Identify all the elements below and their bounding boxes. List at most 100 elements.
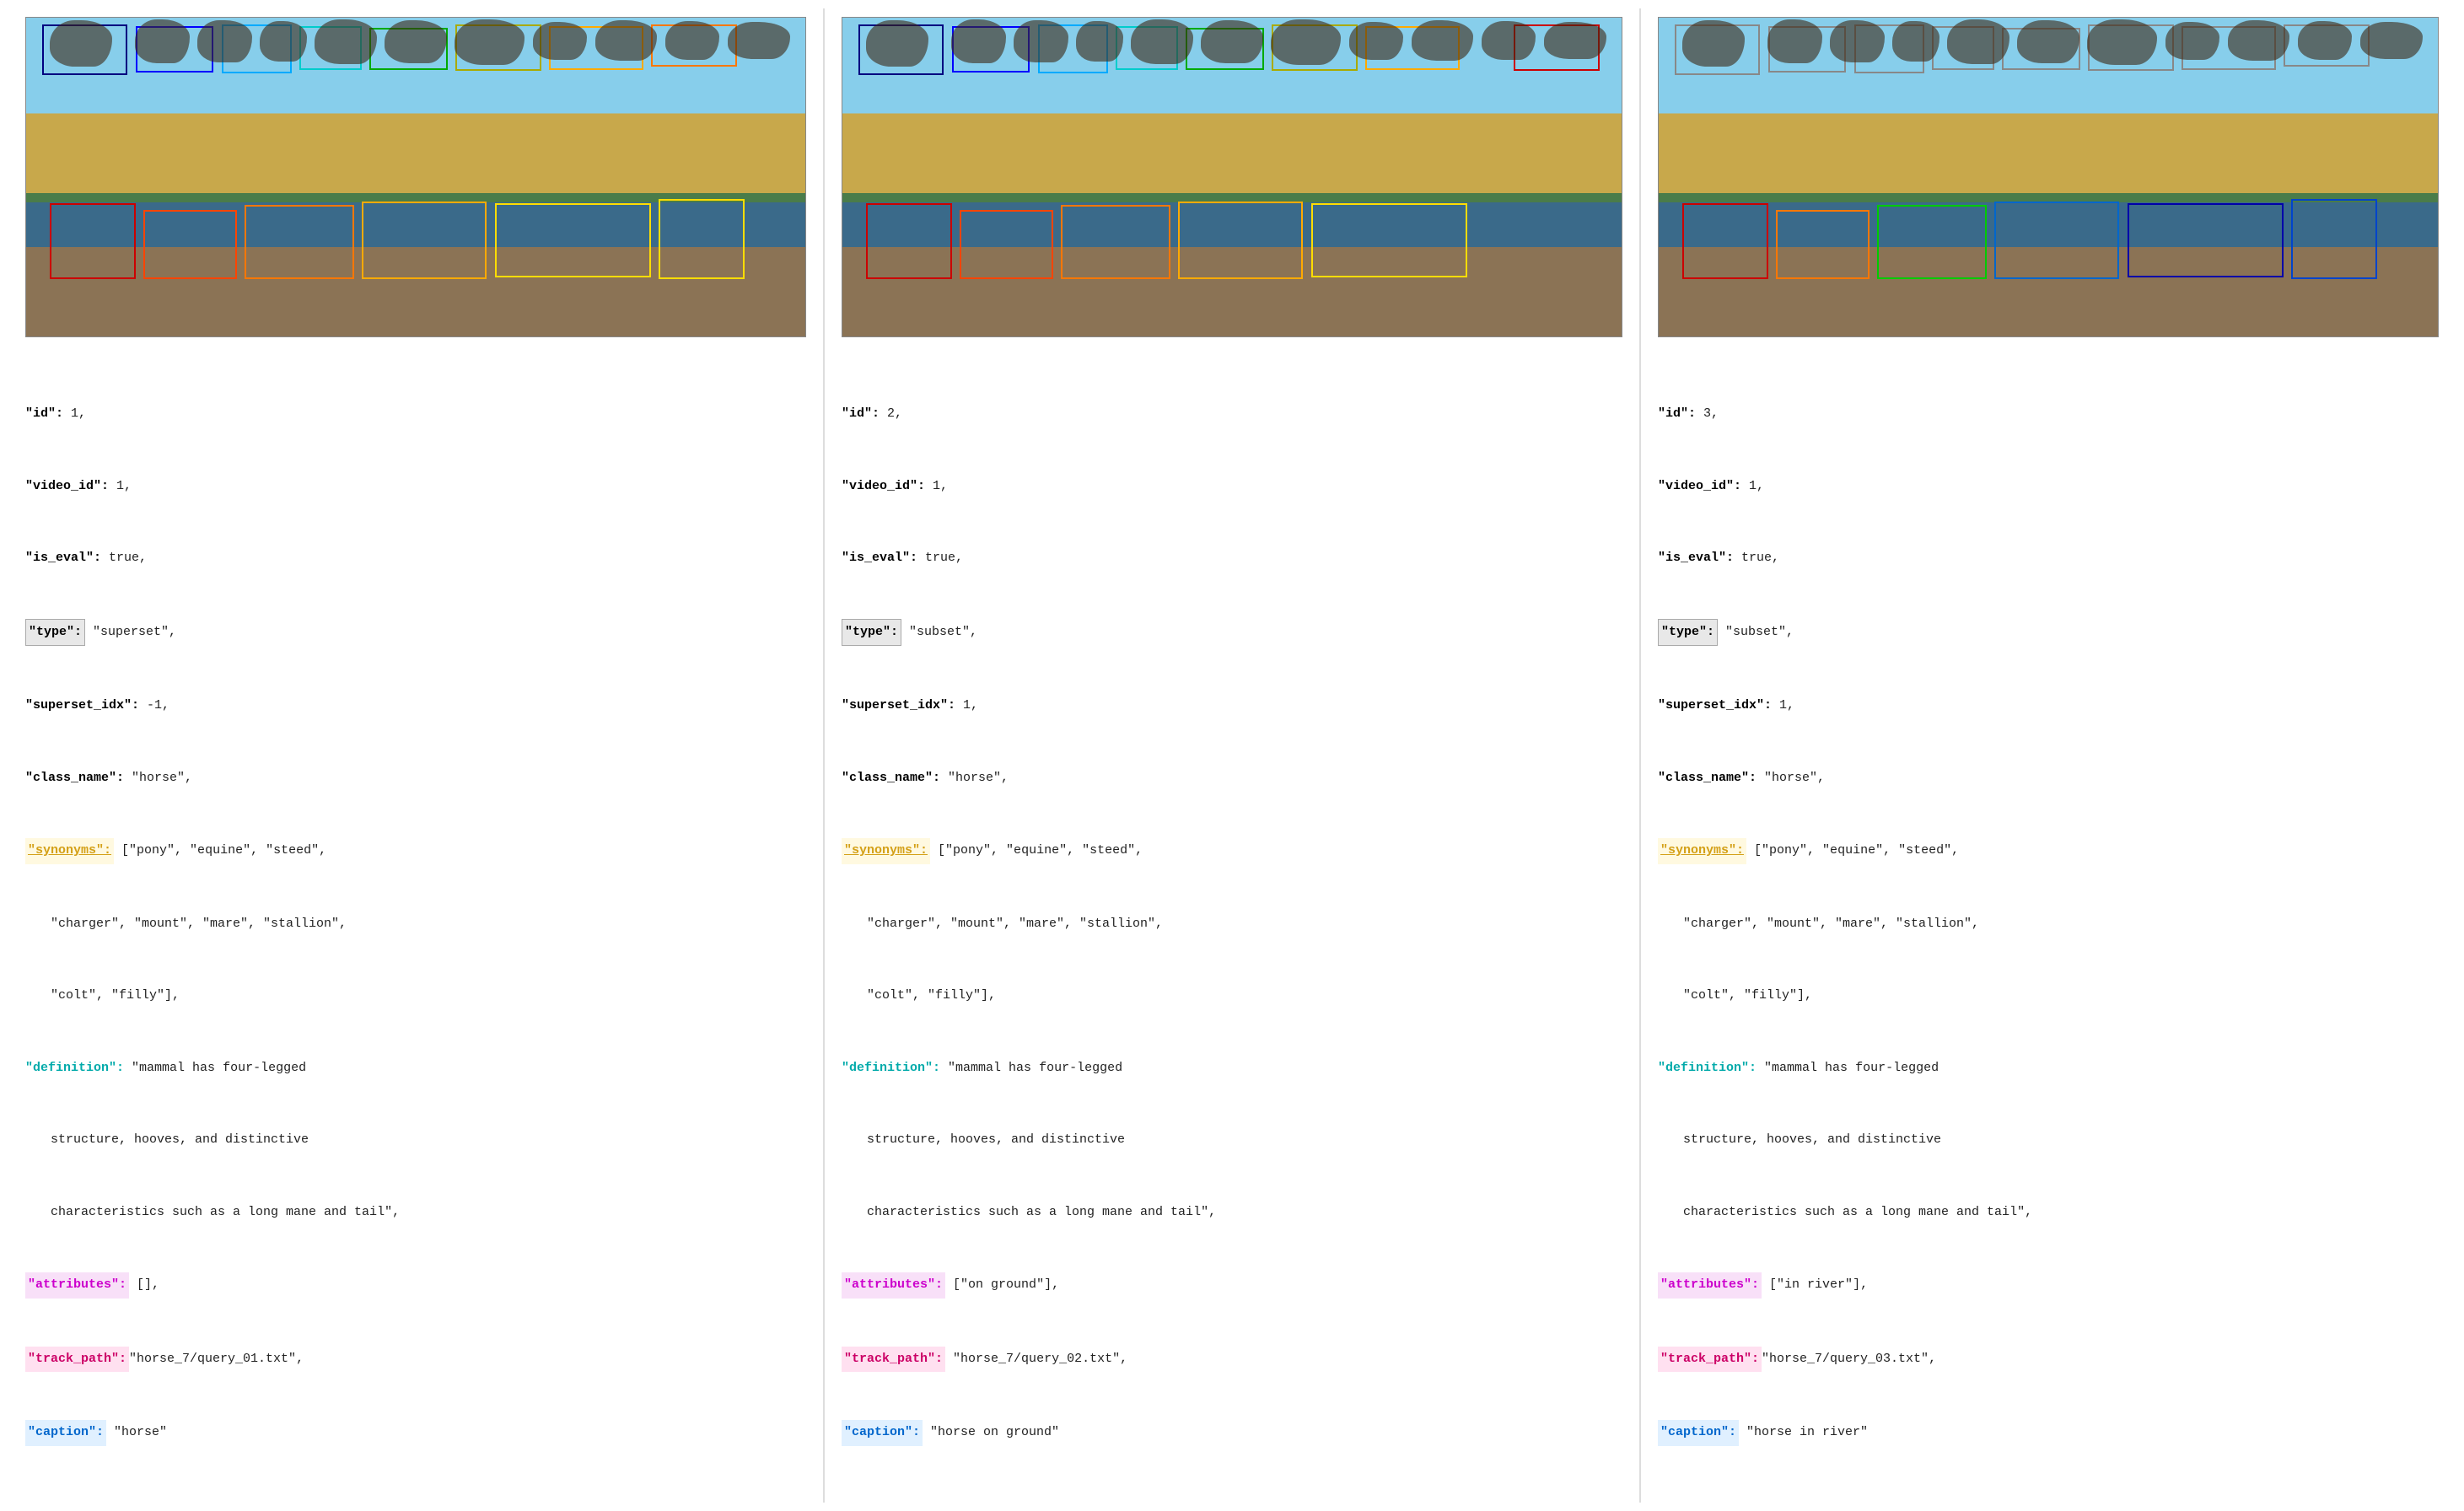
key-definition-1: "definition": (25, 1057, 124, 1081)
main-container: "id": 1, "video_id": 1, "is_eval": true,… (0, 0, 2464, 1511)
column-2: "id": 2, "video_id": 1, "is_eval": true,… (825, 8, 1639, 1503)
horse-silhouette-top (385, 20, 447, 63)
bbox-bottom (1311, 203, 1467, 277)
data-section-2: "id": 2, "video_id": 1, "is_eval": true,… (842, 354, 1622, 1494)
horse-silhouette-top (1482, 21, 1536, 60)
horse-silhouette-top (2165, 22, 2220, 60)
val-videoid-2: 1, (933, 475, 948, 499)
bbox-bottom (659, 199, 745, 279)
val-videoid-3: 1, (1749, 475, 1764, 499)
key-caption-3: "caption": (1658, 1420, 1739, 1446)
val-definition-3a: "mammal has four-legged (1764, 1057, 1939, 1081)
column-1: "id": 1, "video_id": 1, "is_eval": true,… (8, 8, 823, 1503)
key-superset-3: "superset_idx": (1658, 694, 1772, 718)
key-id-1: "id": (25, 402, 63, 427)
horse-silhouette-top (1271, 19, 1341, 65)
bbox-bottom (866, 203, 952, 279)
val-iseval-1: true, (109, 546, 147, 571)
val-iseval-3: true, (1741, 546, 1779, 571)
horse-silhouette-top (2017, 20, 2079, 63)
horse-silhouette-top (866, 20, 928, 67)
scene-3 (1659, 18, 2438, 336)
val-definition-3b: structure, hooves, and distinctive (1683, 1128, 1941, 1153)
column-3: "id": 3, "video_id": 1, "is_eval": true,… (1641, 8, 2456, 1503)
horse-silhouette-top (1201, 20, 1263, 63)
val-attributes-1: [], (137, 1273, 159, 1298)
scene-1 (26, 18, 805, 336)
horse-silhouette-top (1131, 19, 1193, 64)
val-synonyms-1b: "charger", "mount", "mare", "stallion", (51, 912, 347, 937)
bbox-bottom (2291, 199, 2377, 279)
val-superset-3: 1, (1779, 694, 1794, 718)
key-videoid-3: "video_id": (1658, 475, 1741, 499)
bbox-bottom (1877, 205, 1987, 279)
bbox-bottom (143, 210, 237, 279)
val-definition-1b: structure, hooves, and distinctive (51, 1128, 309, 1153)
val-iseval-2: true, (925, 546, 963, 571)
key-caption-2: "caption": (842, 1420, 923, 1446)
bbox-bottom (1776, 210, 1870, 279)
horse-silhouette-top (260, 21, 306, 62)
bbox-bottom (50, 203, 136, 279)
key-attributes-3: "attributes": (1658, 1272, 1762, 1299)
key-trackpath-1: "track_path": (25, 1347, 129, 1373)
horse-silhouette-top (135, 19, 190, 63)
horse-silhouette-top (1892, 21, 1939, 62)
val-definition-1a: "mammal has four-legged (132, 1057, 306, 1081)
horse-silhouette-top (1947, 19, 2009, 64)
horse-silhouette-top (1014, 20, 1068, 62)
val-classname-1: "horse", (132, 766, 192, 791)
val-definition-2b: structure, hooves, and distinctive (867, 1128, 1125, 1153)
bbox-bottom (960, 210, 1053, 279)
horse-silhouette-top (315, 19, 377, 64)
horse-silhouette-top (1682, 20, 1745, 67)
val-trackpath-2: "horse_7/query_02.txt", (953, 1347, 1127, 1372)
data-section-3: "id": 3, "video_id": 1, "is_eval": true,… (1658, 354, 2439, 1494)
horse-silhouette-top (1349, 22, 1404, 60)
val-classname-2: "horse", (948, 766, 1009, 791)
val-definition-2c: characteristics such as a long mane and … (867, 1201, 1216, 1225)
key-videoid-1: "video_id": (25, 475, 109, 499)
val-trackpath-3: "horse_7/query_03.txt", (1762, 1347, 1936, 1372)
key-iseval-2: "is_eval": (842, 546, 917, 571)
val-definition-2a: "mammal has four-legged (948, 1057, 1122, 1081)
horse-silhouette-top (728, 22, 790, 59)
val-definition-3c: characteristics such as a long mane and … (1683, 1201, 2032, 1225)
bbox-bottom (1994, 202, 2119, 279)
key-synonyms-1: "synonyms": (25, 838, 114, 864)
val-synonyms-1c: "colt", "filly"], (51, 984, 180, 1008)
val-type-2: "subset", (909, 621, 977, 645)
key-trackpath-2: "track_path": (842, 1347, 945, 1373)
val-synonyms-3a: ["pony", "equine", "steed", (1754, 839, 1959, 863)
data-section-1: "id": 1, "video_id": 1, "is_eval": true,… (25, 354, 806, 1494)
key-superset-2: "superset_idx": (842, 694, 955, 718)
val-definition-1c: characteristics such as a long mane and … (51, 1201, 400, 1225)
image-3 (1658, 17, 2439, 337)
horse-silhouette-top (455, 19, 525, 65)
bbox-bottom (245, 205, 354, 279)
horse-silhouette-top (1412, 20, 1474, 61)
key-classname-1: "class_name": (25, 766, 124, 791)
key-synonyms-3: "synonyms": (1658, 838, 1746, 864)
key-videoid-2: "video_id": (842, 475, 925, 499)
key-classname-2: "class_name": (842, 766, 940, 791)
val-id-3: 3, (1703, 402, 1719, 427)
horse-silhouette-top (1830, 20, 1885, 62)
key-attributes-1: "attributes": (25, 1272, 129, 1299)
bbox-bottom (495, 203, 651, 277)
val-attributes-2: ["on ground"], (953, 1273, 1059, 1298)
key-attributes-2: "attributes": (842, 1272, 945, 1299)
bbox-bottom (1061, 205, 1170, 279)
horse-silhouette-top (595, 20, 658, 61)
val-superset-2: 1, (963, 694, 978, 718)
val-videoid-1: 1, (116, 475, 132, 499)
val-synonyms-2c: "colt", "filly"], (867, 984, 996, 1008)
bbox-bottom (2128, 203, 2284, 277)
key-definition-3: "definition": (1658, 1057, 1757, 1081)
val-id-1: 1, (71, 402, 86, 427)
key-type-3: "type": (1658, 619, 1718, 647)
key-type-1: "type": (25, 619, 85, 647)
key-classname-3: "class_name": (1658, 766, 1757, 791)
horse-silhouette-top (665, 21, 720, 60)
scene-2 (842, 18, 1622, 336)
